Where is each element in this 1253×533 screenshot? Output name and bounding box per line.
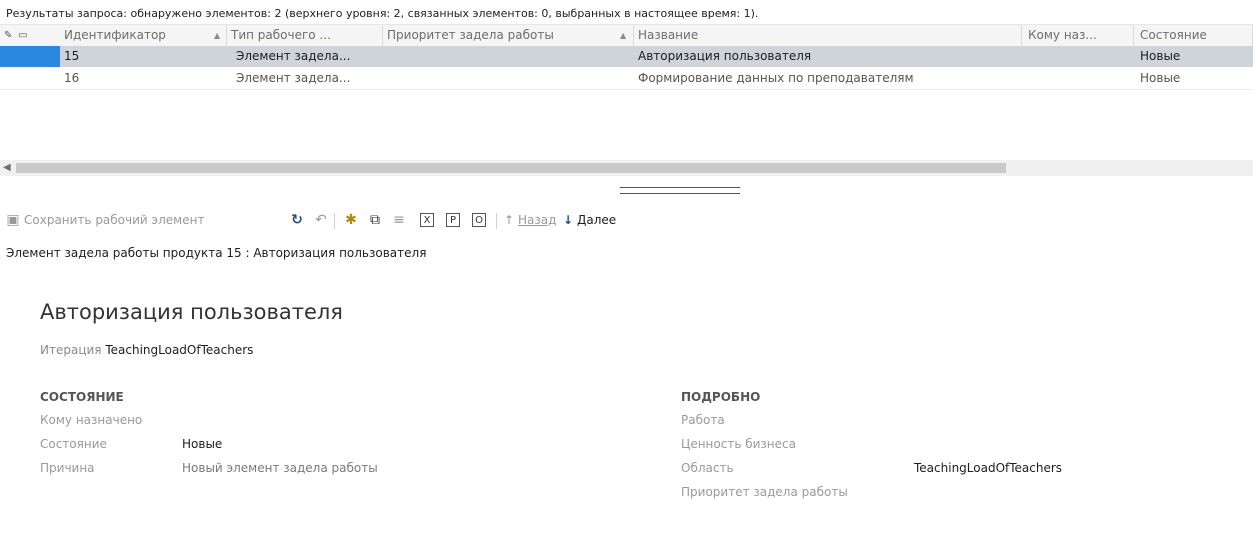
toolbar-separator [334, 213, 335, 229]
cell-title: Авторизация пользователя [638, 49, 812, 63]
table-row[interactable]: 16 Элемент задела... Формирование данных… [0, 68, 1253, 90]
outlook-icon[interactable]: O [472, 213, 486, 227]
iteration-value[interactable]: TeachingLoadOfTeachers [105, 343, 253, 357]
state-label: Состояние [40, 437, 107, 451]
assign-icon[interactable]: ✱ [342, 211, 360, 229]
toolbar-separator [496, 213, 497, 229]
cell-title: Формирование данных по преподавателям [638, 71, 914, 85]
column-header-id[interactable]: Идентификатор [34, 25, 227, 46]
page-title: Авторизация пользователя [40, 300, 343, 324]
grid-header: ✎ ▭ Идентификатор ▲ Тип рабочего ... При… [0, 24, 1253, 47]
state-field[interactable]: Новые [182, 437, 222, 451]
column-header-title[interactable]: Название [634, 25, 1022, 46]
reason-field[interactable]: Новый элемент задела работы [182, 461, 378, 475]
column-header-priority[interactable]: Приоритет задела работы [383, 25, 634, 46]
priority-label: Приоритет задела работы [681, 485, 848, 499]
cell-assigned [1022, 68, 1134, 89]
cell-type: Элемент задела... [236, 71, 351, 85]
cell-id: 15 [64, 49, 80, 63]
details-section-title: ПОДРОБНО [681, 390, 761, 404]
back-arrow-icon: ↑ [504, 213, 515, 227]
refresh-icon[interactable]: ↻ [288, 211, 306, 229]
cell-priority [383, 68, 634, 89]
status-section-title: СОСТОЯНИЕ [40, 390, 124, 404]
scrollbar-thumb[interactable] [16, 163, 1006, 173]
cell-state: Новые [1140, 71, 1181, 85]
column-header-state[interactable]: Состояние [1134, 25, 1253, 46]
cell-priority [383, 46, 634, 67]
sort-asc-icon: ▲ [620, 31, 627, 40]
new-window-icon[interactable]: ⧉ [366, 211, 384, 229]
undo-icon[interactable]: ↶ [312, 211, 330, 229]
column-header-assigned[interactable]: Кому наз... [1022, 25, 1134, 46]
column-header-type[interactable]: Тип рабочего ... [227, 25, 383, 46]
horizontal-scrollbar[interactable]: ◀ [0, 160, 1253, 176]
scroll-left-icon[interactable]: ◀ [3, 160, 11, 176]
next-arrow-icon: ↓ [563, 213, 574, 227]
cell-state: Новые [1140, 49, 1181, 63]
work-item-toolbar: ▣ Сохранить рабочий элемент ↻ ↶ ✱ ⧉ ≡ X … [0, 207, 1253, 233]
iteration-row: Итерация TeachingLoadOfTeachers [40, 343, 253, 357]
business-value-label: Ценность бизнеса [681, 437, 796, 451]
work-label: Работа [681, 413, 725, 427]
clear-icon[interactable]: ≡ [390, 211, 408, 229]
table-row[interactable]: 15 Элемент задела... Авторизация пользов… [0, 46, 1253, 67]
breadcrumb: Элемент задела работы продукта 15 : Авто… [6, 246, 427, 260]
save-icon: ▣ [6, 212, 20, 228]
area-field[interactable]: TeachingLoadOfTeachers [914, 461, 1062, 475]
iteration-label: Итерация [40, 343, 102, 357]
pane-splitter[interactable] [620, 187, 740, 194]
selection-marker [0, 46, 60, 67]
cell-assigned [1022, 46, 1134, 67]
assigned-label: Кому назначено [40, 413, 143, 427]
cell-type: Элемент задела... [236, 49, 351, 63]
pencil-icon[interactable]: ✎ [2, 25, 16, 46]
link-icon[interactable]: ▭ [16, 25, 34, 46]
excel-icon[interactable]: X [420, 213, 434, 227]
reason-label: Причина [40, 461, 95, 475]
back-button[interactable]: Назад [518, 207, 556, 233]
area-label: Область [681, 461, 734, 475]
save-work-item-button[interactable]: Сохранить рабочий элемент [24, 207, 204, 233]
project-icon[interactable]: P [446, 213, 460, 227]
next-button[interactable]: Далее [577, 207, 616, 233]
sort-asc-icon: ▲ [214, 31, 221, 40]
query-results-summary: Результаты запроса: обнаружено элементов… [6, 7, 759, 20]
cell-id: 16 [64, 71, 80, 85]
